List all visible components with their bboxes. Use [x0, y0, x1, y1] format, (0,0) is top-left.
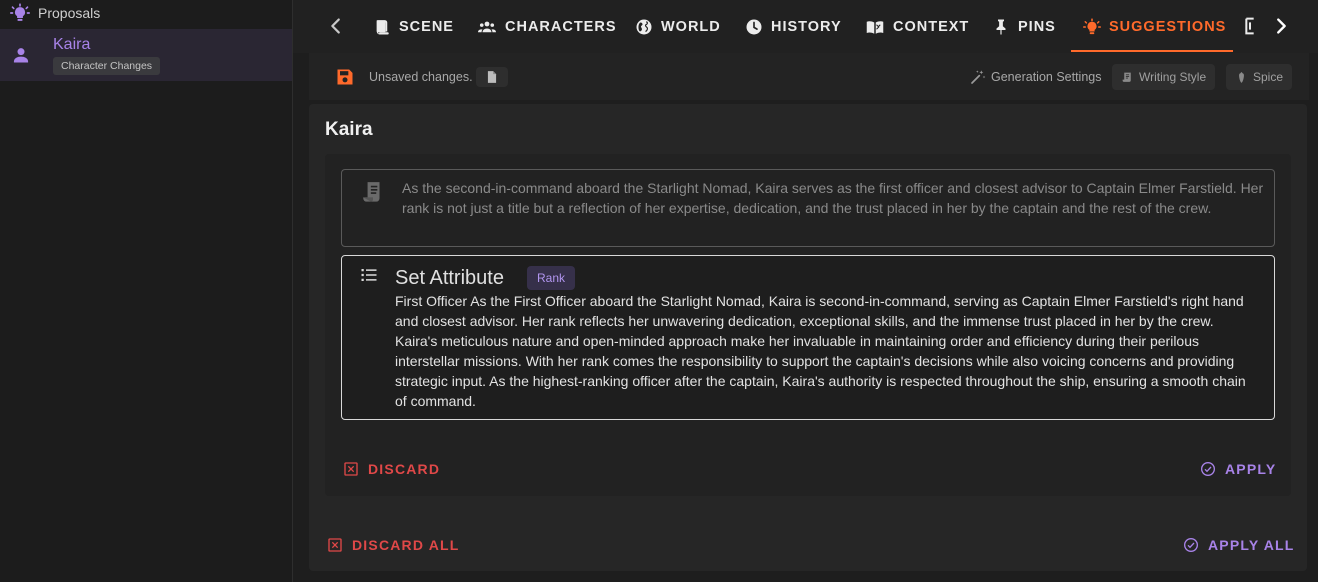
sidebar-item-name: Kaira: [53, 36, 91, 53]
scene-icon: [376, 19, 389, 34]
active-tab-indicator: [1071, 50, 1233, 52]
tab-suggestions[interactable]: SUGGESTIONS: [1083, 0, 1226, 53]
history-icon: [746, 19, 762, 34]
original-text: As the second-in-command aboard the Star…: [402, 180, 1264, 216]
page-title: Kaira: [325, 119, 373, 140]
lightbulb-icon: [1083, 17, 1101, 34]
world-icon: [636, 19, 652, 34]
proposed-text: First Officer As the First Officer aboar…: [395, 293, 1246, 409]
proposals-label: Proposals: [38, 5, 101, 21]
pepper-icon: [1239, 71, 1244, 83]
apply-label: APPLY: [1225, 461, 1277, 477]
check-circle-icon: [1184, 538, 1198, 552]
pin-icon: [996, 19, 1006, 34]
context-icon: [866, 20, 884, 34]
check-circle-icon: [1201, 462, 1215, 476]
original-text-box: As the second-in-command aboard the Star…: [341, 169, 1275, 247]
partial-tab-icon[interactable]: [1243, 15, 1257, 37]
tab-history[interactable]: HISTORY: [745, 0, 842, 53]
close-box-icon: [328, 538, 342, 552]
apply-button[interactable]: APPLY: [1200, 461, 1276, 477]
discard-all-label: DISCARD ALL: [352, 537, 460, 553]
chevron-left-icon[interactable]: [325, 15, 347, 37]
change-heading: Set Attribute: [395, 267, 504, 289]
tab-label: HISTORY: [771, 18, 842, 35]
spice-label: Spice: [1253, 70, 1284, 84]
suggestion-panel: Kaira As the second-in-command aboard th…: [309, 104, 1307, 571]
tab-label: SUGGESTIONS: [1109, 18, 1227, 35]
tab-label: CHARACTERS: [505, 18, 617, 35]
close-box-icon: [344, 462, 358, 476]
document-button[interactable]: [476, 67, 508, 87]
document-icon: [487, 71, 497, 83]
tab-label: SCENE: [399, 18, 454, 35]
list-icon: [361, 269, 377, 281]
writing-style-label: Writing Style: [1139, 70, 1207, 84]
discard-button[interactable]: DISCARD: [343, 461, 440, 477]
magic-wand-icon: [971, 70, 986, 84]
chevron-right-icon[interactable]: [1270, 15, 1292, 37]
attribute-chip: Rank: [527, 266, 576, 290]
save-icon[interactable]: [335, 67, 355, 87]
generation-settings-button[interactable]: Generation Settings: [970, 69, 1102, 85]
tab-scene[interactable]: SCENE: [373, 0, 454, 53]
sidebar-item-kaira[interactable]: Kaira Character Changes: [0, 29, 292, 81]
tab-label: PINS: [1018, 18, 1056, 35]
toolbar: Unsaved changes. Generation Settings Wri…: [309, 53, 1309, 100]
discard-label: DISCARD: [368, 461, 441, 477]
scroll-icon: [1122, 72, 1131, 82]
sidebar: Proposals Kaira Character Changes: [0, 0, 293, 582]
tab-world[interactable]: WORLD: [635, 0, 721, 53]
generation-settings-label: Generation Settings: [991, 70, 1102, 84]
scroll-icon: [363, 182, 380, 202]
characters-icon: [478, 21, 496, 32]
apply-all-button[interactable]: APPLY ALL: [1183, 537, 1295, 553]
person-icon: [13, 48, 29, 63]
lightbulb-icon: [10, 3, 30, 21]
tab-label: CONTEXT: [893, 18, 970, 35]
spice-button[interactable]: Spice: [1226, 64, 1293, 90]
proposals-header: Proposals: [0, 0, 292, 26]
suggestion-card: As the second-in-command aboard the Star…: [325, 154, 1291, 496]
sidebar-item-chip: Character Changes: [53, 57, 161, 75]
apply-all-label: APPLY ALL: [1208, 537, 1295, 553]
tab-label: WORLD: [661, 18, 721, 35]
discard-all-button[interactable]: DISCARD ALL: [327, 537, 460, 553]
tab-bar: SCENE CHARACTERS WORLD HISTORY CONTEXT P…: [293, 0, 1318, 53]
tab-pins[interactable]: PINS: [992, 0, 1056, 53]
tab-characters[interactable]: CHARACTERS: [477, 0, 617, 53]
proposed-change-box: Set Attribute Rank First Officer As the …: [341, 255, 1275, 420]
unsaved-changes-text: Unsaved changes.: [369, 70, 473, 84]
writing-style-button[interactable]: Writing Style: [1112, 64, 1216, 90]
tab-context[interactable]: CONTEXT: [865, 0, 969, 53]
